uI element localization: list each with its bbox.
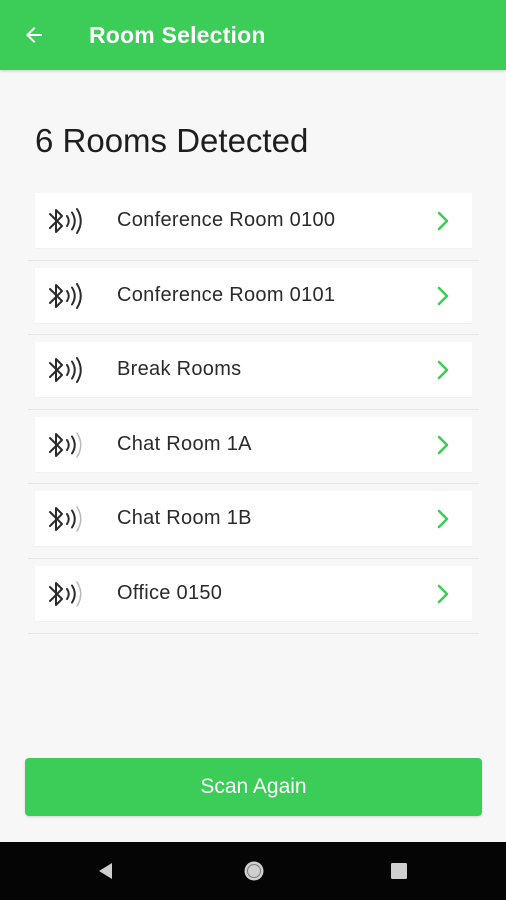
bluetooth-signal-icon xyxy=(49,208,82,234)
chevron-right-icon xyxy=(437,360,449,380)
bluetooth-signal-icon xyxy=(49,432,82,458)
bluetooth-signal-icon xyxy=(49,282,82,309)
room-list: Conference Room 0100 Conference Room 0101… xyxy=(28,186,479,634)
nav-back-button[interactable] xyxy=(91,856,121,886)
room-name: Conference Room 0101 xyxy=(117,283,336,306)
arrow-left-icon xyxy=(26,27,42,43)
room-card[interactable]: Chat Room 1A xyxy=(35,416,472,472)
chevron-right-icon xyxy=(437,584,449,604)
room-list-item: Conference Room 0100 xyxy=(28,186,479,261)
room-card[interactable]: Chat Room 1B xyxy=(35,491,472,547)
chevron-right-icon xyxy=(437,211,449,231)
nav-recents-icon xyxy=(391,863,407,879)
room-list-item: Break Rooms xyxy=(28,335,479,410)
room-list-item: Conference Room 0101 xyxy=(28,261,479,336)
room-list-item: Chat Room 1B xyxy=(28,484,479,559)
bluetooth-signal-icon xyxy=(49,506,82,533)
room-list-item: Chat Room 1A xyxy=(28,410,479,485)
nav-recents-button[interactable] xyxy=(384,856,414,886)
nav-home-icon xyxy=(244,861,264,881)
app-bar-title: Room Selection xyxy=(89,22,266,48)
room-card[interactable]: Office 0150 xyxy=(35,565,472,621)
chevron-right-icon xyxy=(437,510,449,529)
rooms-detected-heading: 6 Rooms Detected xyxy=(35,122,309,160)
room-name: Office 0150 xyxy=(117,581,223,604)
system-navigation-bar xyxy=(0,842,506,900)
nav-home-button[interactable] xyxy=(239,856,269,886)
chevron-right-icon xyxy=(437,435,449,455)
scan-again-button[interactable]: Scan Again xyxy=(25,758,482,816)
room-name: Chat Room 1B xyxy=(117,507,252,530)
bluetooth-signal-icon xyxy=(49,357,82,384)
room-name: Conference Room 0100 xyxy=(117,209,336,231)
back-button[interactable] xyxy=(14,15,54,55)
app-bar: Room Selection xyxy=(0,0,506,70)
bluetooth-signal-icon xyxy=(49,581,82,607)
room-card[interactable]: Conference Room 0100 xyxy=(35,193,472,248)
nav-back-icon xyxy=(99,863,112,879)
room-list-item: Office 0150 xyxy=(28,559,479,634)
room-card[interactable]: Conference Room 0101 xyxy=(35,267,472,323)
room-name: Break Rooms xyxy=(117,358,242,381)
room-card[interactable]: Break Rooms xyxy=(35,342,472,398)
chevron-right-icon xyxy=(437,286,449,305)
room-name: Chat Room 1A xyxy=(117,432,252,455)
